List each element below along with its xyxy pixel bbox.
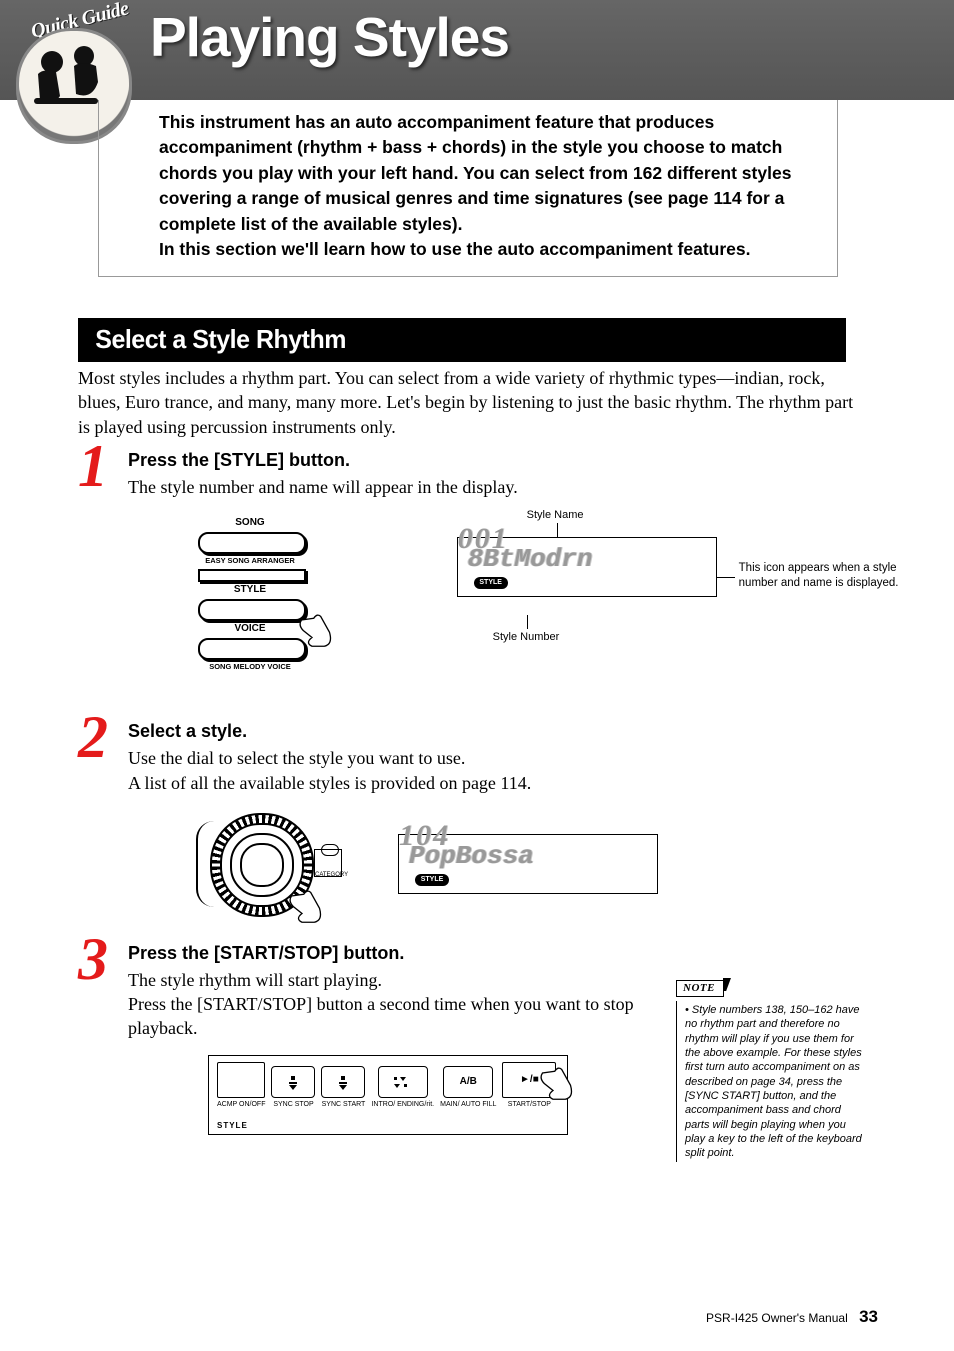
ab-text: A/B	[460, 1076, 477, 1087]
style-name-callout: Style Name	[527, 509, 584, 521]
start-stop-label: START/STOP	[508, 1101, 551, 1117]
style-section-label: STYLE	[217, 1121, 559, 1130]
note-tab-icon	[723, 978, 731, 991]
lcd2-style-tag: STYLE	[415, 874, 449, 886]
step-2: 2 Select a style. Use the dial to select…	[78, 721, 868, 917]
step-text: Use the dial to select the style you wan…	[128, 746, 868, 795]
step-head: Select a style.	[128, 721, 868, 742]
easy-label: EASY SONG ARRANGER	[178, 556, 322, 565]
sync-stop-label: SYNC STOP	[273, 1101, 313, 1117]
note-body: Style numbers 138, 150–162 have no rhyth…	[676, 1001, 866, 1162]
intro-ending-button	[378, 1066, 428, 1098]
step-head: Press the [START/STOP] button.	[128, 943, 868, 964]
step-number: 3	[78, 929, 130, 989]
style-label: STYLE	[178, 584, 322, 595]
sync-start-icon	[335, 1074, 351, 1090]
acmp-button	[217, 1062, 265, 1098]
data-dial: CATEGORY	[198, 811, 328, 917]
pointing-hand-icon	[539, 1066, 574, 1101]
sync-stop-button	[271, 1066, 315, 1098]
song-button	[198, 532, 306, 554]
sync-start-button	[321, 1066, 365, 1098]
manual-name: PSR-I425 Owner's Manual	[706, 1311, 848, 1325]
step1-figure: SONG EASY SONG ARRANGER STYLE VOICE SONG…	[178, 515, 868, 675]
lcd-display-2: PopBossa 104 STYLE	[398, 834, 658, 894]
melody-label: SONG MELODY VOICE	[178, 662, 322, 671]
pointing-hand-icon	[298, 613, 333, 648]
acmp-label: ACMP ON/OFF	[217, 1101, 265, 1117]
main-autofill-label: MAIN/ AUTO FILL	[440, 1101, 496, 1117]
mode-button-panel: SONG EASY SONG ARRANGER STYLE VOICE SONG…	[178, 515, 357, 675]
song-label: SONG	[178, 517, 322, 528]
page-title: Playing Styles	[150, 5, 509, 69]
note-box: NOTE Style numbers 138, 150–162 have no …	[676, 978, 866, 1162]
main-autofill-button: A/B	[443, 1066, 493, 1098]
step-text: The style rhythm will start playing. Pre…	[128, 968, 668, 1041]
step-text: The style number and name will appear in…	[128, 475, 868, 499]
lcd1-number: 001	[458, 524, 510, 554]
icon-callout: This icon appears when a style number an…	[739, 561, 929, 591]
step-head: Press the [STYLE] button.	[128, 450, 868, 471]
step-number: 2	[78, 707, 130, 767]
category-buttons: CATEGORY	[314, 849, 342, 877]
pointing-hand-icon	[288, 889, 323, 924]
step-number: 1	[78, 436, 130, 496]
intro-ending-icon	[392, 1075, 414, 1089]
manual-page: Quick Guide Playing Styles This instrume…	[0, 0, 954, 1351]
style-number-callout: Style Number	[493, 631, 560, 643]
note-text: Style numbers 138, 150–162 have no rhyth…	[685, 1004, 862, 1159]
page-number: 33	[859, 1307, 878, 1326]
note-label: NOTE	[676, 980, 724, 997]
voice-button	[198, 638, 306, 660]
intro-text: This instrument has an auto accompanimen…	[159, 110, 807, 262]
lcd2-number: 104	[399, 821, 451, 851]
sync-start-label: SYNC START	[322, 1101, 366, 1117]
page-footer: PSR-I425 Owner's Manual 33	[0, 1307, 954, 1327]
step2-figure: CATEGORY PopBossa 104 STYLE	[198, 811, 868, 917]
section-heading: Select a Style Rhythm	[78, 318, 846, 362]
sync-stop-icon	[285, 1074, 301, 1090]
step-1: 1 Press the [STYLE] button. The style nu…	[78, 450, 868, 675]
intro-box: This instrument has an auto accompanimen…	[98, 100, 838, 277]
style-control-panel: ACMP ON/OFF SYNC STOP SYNC	[208, 1055, 568, 1135]
lcd-display-1: 8BtModrn 001 STYLE	[457, 537, 717, 597]
play-stop-icon: ►/■	[520, 1074, 539, 1085]
lcd1-style-tag: STYLE	[474, 577, 508, 589]
easy-button	[198, 569, 306, 582]
section-intro: Most styles includes a rhythm part. You …	[78, 366, 868, 439]
intro-ending-label: INTRO/ ENDING/rit.	[371, 1101, 434, 1117]
style-button	[198, 599, 306, 621]
